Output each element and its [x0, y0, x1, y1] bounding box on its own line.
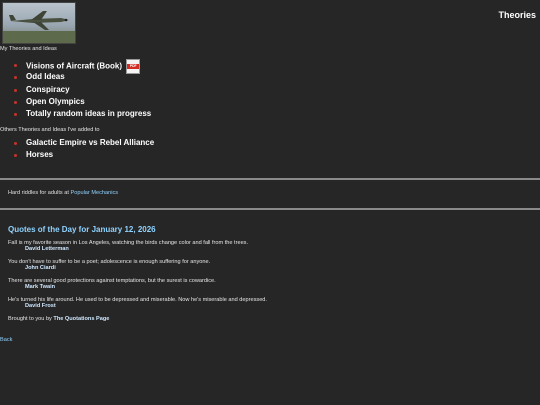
- riddles-text: Hard riddles for adults at: [8, 190, 71, 196]
- quote-item: You don't have to suffer to be a poet; a…: [8, 259, 528, 271]
- back-line: Back: [0, 337, 12, 343]
- quotes-credit: Brought to you by The Quotations Page: [8, 316, 109, 322]
- list-item-open-olympics[interactable]: Open Olympics: [14, 96, 151, 108]
- quote-author[interactable]: David Frost: [25, 303, 528, 309]
- quote-author[interactable]: Mark Twain: [25, 284, 528, 290]
- list-item-horses[interactable]: Horses: [14, 149, 154, 161]
- others-theories-label: Others Theories and Ideas I've added to: [0, 127, 100, 133]
- list-item-label[interactable]: Conspiracy: [26, 85, 70, 94]
- quotes-title: Quotes of the Day for January 12, 2026: [8, 225, 156, 234]
- list-item-galactic-empire[interactable]: Galactic Empire vs Rebel Alliance: [14, 137, 154, 149]
- back-link[interactable]: Back: [0, 337, 12, 343]
- list-item-label[interactable]: Odd Ideas: [26, 72, 65, 81]
- list-item-label[interactable]: Horses: [26, 150, 53, 159]
- header-banner-image: [2, 2, 76, 44]
- quote-item: There are several good protections again…: [8, 278, 528, 290]
- credit-text: Brought to you by: [8, 316, 54, 322]
- divider: [0, 178, 540, 180]
- list-item-conspiracy[interactable]: Conspiracy: [14, 84, 151, 96]
- list-item-visions-of-aircraft[interactable]: Visions of Aircraft (Book): [14, 59, 151, 74]
- list-item-random-ideas[interactable]: Totally random ideas in progress: [14, 108, 151, 120]
- popular-mechanics-link[interactable]: Popular Mechanics: [71, 190, 119, 196]
- riddles-line: Hard riddles for adults at Popular Mecha…: [8, 190, 118, 196]
- divider: [0, 208, 540, 210]
- my-theories-list: Visions of Aircraft (Book) Odd Ideas Con…: [14, 59, 151, 120]
- list-item-label[interactable]: Totally random ideas in progress: [26, 109, 151, 118]
- aircraft-image: [3, 11, 75, 43]
- quotations-page-link[interactable]: The Quotations Page: [53, 316, 109, 322]
- others-theories-list: Galactic Empire vs Rebel Alliance Horses: [14, 137, 154, 162]
- quote-author[interactable]: David Letterman: [25, 246, 528, 252]
- quote-author[interactable]: John Ciardi: [25, 265, 528, 271]
- list-item-label[interactable]: Open Olympics: [26, 97, 85, 106]
- my-theories-label: My Theories and Ideas: [0, 46, 57, 52]
- list-item-odd-ideas[interactable]: Odd Ideas: [14, 71, 151, 83]
- page-title: Theories: [498, 10, 536, 20]
- list-item-label[interactable]: Galactic Empire vs Rebel Alliance: [26, 138, 154, 147]
- list-item-label[interactable]: Visions of Aircraft (Book): [26, 62, 122, 71]
- quote-item: He's turned his life around. He used to …: [8, 297, 528, 309]
- quote-item: Fall is my favorite season in Los Angele…: [8, 240, 528, 252]
